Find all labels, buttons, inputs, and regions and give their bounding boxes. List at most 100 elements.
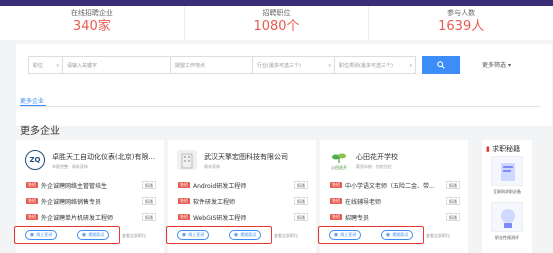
company-logo: 心田花开 — [329, 150, 349, 170]
book-icon: ▮ — [486, 145, 490, 153]
live-talk-button[interactable]: ◉ 线上宣讲 — [176, 230, 210, 240]
job-item[interactable]: 急招 Android研发工程师 报通 — [178, 180, 308, 190]
tab-divider — [20, 106, 540, 107]
position-type-select[interactable]: 职位 ▾ — [28, 56, 62, 74]
stat-participants: 参与人数 1639人 — [369, 6, 553, 40]
industry-select[interactable]: 行业(最多可选三个) ▾ — [252, 56, 334, 74]
urgent-tag: 急招 — [330, 182, 342, 188]
apply-badge[interactable]: 报通 — [294, 197, 308, 205]
building-icon — [181, 153, 193, 169]
chevron-down-icon: ▾ — [507, 62, 511, 69]
company-name[interactable]: 心田花开学校 — [356, 152, 398, 162]
sprout-icon — [332, 153, 346, 163]
company-meta: 年报完整 · 周末双休 — [52, 164, 88, 169]
jobtype-placeholder: 职位类别(最多可选三个) — [339, 62, 393, 69]
company-name[interactable]: 卓胜天工自动化仪表(北京)有限... — [52, 152, 155, 162]
live-icon: ◉ — [181, 232, 187, 238]
stat-value: 1080个 — [253, 19, 300, 34]
video-icon: ◉ — [385, 232, 391, 238]
city-select[interactable]: 期望工作地点 — [170, 56, 252, 74]
view-all-jobs-link[interactable]: 查看全部职位 — [274, 233, 298, 239]
video-interview-button[interactable]: ◉ 视频面试 — [76, 230, 110, 240]
video-interview-button[interactable]: ◉ 视频面试 — [380, 230, 414, 240]
job-item[interactable]: 急招 软件研发工程师 报通 — [178, 196, 308, 206]
live-talk-label: 线上宣讲 — [188, 232, 205, 237]
position-type-value: 职位 — [33, 62, 44, 69]
job-title: 外企诚聘网络销售专员 — [41, 198, 102, 206]
urgent-tag: 急招 — [26, 214, 38, 220]
company-name[interactable]: 武汉天擎宏图科技有限公司 — [204, 152, 288, 162]
apply-badge[interactable]: 报通 — [142, 197, 156, 205]
live-talk-label: 线上宣讲 — [36, 232, 53, 237]
apply-badge[interactable]: 报通 — [142, 181, 156, 189]
job-title: 在线辅导老师 — [345, 198, 382, 206]
apply-badge[interactable]: 报通 — [446, 197, 460, 205]
stat-positions: 招聘职位 1080个 — [185, 6, 370, 40]
search-icon — [437, 61, 445, 69]
apply-badge[interactable]: 报通 — [446, 213, 460, 221]
industry-placeholder: 行业(最多可选三个) — [257, 62, 301, 69]
section-title: 更多企业 — [20, 126, 60, 137]
live-talk-button[interactable]: ◉ 线上宣讲 — [24, 230, 58, 240]
view-all-jobs-link[interactable]: 查看全部职位 — [122, 233, 146, 239]
video-interview-label: 视频面试 — [392, 232, 409, 237]
job-item[interactable]: 急招 招聘专员 报通 — [330, 212, 460, 222]
search-panel: 职位 ▾ 请输入关键字 期望工作地点 行业(最多可选三个) ▾ 职位类别(最多可… — [16, 44, 552, 126]
job-item[interactable]: 急招 中小学语文老师（五险二金、带... 报通 — [330, 180, 460, 190]
city-placeholder: 期望工作地点 — [175, 62, 206, 69]
view-all-jobs-link[interactable]: 查看全部职位 — [426, 233, 450, 239]
more-filter-label: 更多筛选 — [482, 62, 507, 69]
urgent-tag: 急招 — [330, 214, 342, 220]
company-logo: ZQ — [25, 150, 45, 170]
guide-illustration-icon — [501, 163, 515, 181]
more-filter-toggle[interactable]: 更多筛选 ▾ — [482, 60, 511, 69]
job-title: 外企诚聘网络主管管培生 — [41, 182, 108, 190]
job-title: 招聘专员 — [345, 214, 370, 222]
sidebar-title: ▮ 求职秘籍 — [486, 144, 520, 154]
job-item[interactable]: 急招 外企诚聘网络主管管培生 报通 — [26, 180, 156, 190]
job-title: Android研发工程师 — [193, 182, 247, 190]
stat-value: 340家 — [72, 19, 111, 34]
chevron-down-icon: ▾ — [328, 63, 331, 69]
video-interview-button[interactable]: ◉ 视频面试 — [228, 230, 262, 240]
sidebar-item-internet-guide[interactable] — [491, 156, 523, 186]
apply-badge[interactable]: 报通 — [294, 181, 308, 189]
job-item[interactable]: 急招 外企诚聘网络销售专员 报通 — [26, 196, 156, 206]
job-item[interactable]: 急招 在线辅导老师 报通 — [330, 196, 460, 206]
stat-label: 招聘职位 — [262, 9, 291, 17]
company-meta: 薪资年结 · 包吃包住 — [356, 164, 392, 169]
urgent-tag: 急招 — [178, 182, 190, 188]
job-item[interactable]: 急招 WebGIS研发工程师 报通 — [178, 212, 308, 222]
live-talk-button[interactable]: ◉ 线上宣讲 — [328, 230, 362, 240]
urgent-tag: 急招 — [26, 198, 38, 204]
apply-badge[interactable]: 报通 — [446, 181, 460, 189]
sidebar-item-label: 职业性格测评 — [495, 235, 519, 240]
job-tips-sidebar: ▮ 求职秘籍 互联网求职必备 职业性格测评 — [482, 140, 532, 253]
stat-label: 参与人数 — [447, 9, 476, 17]
video-interview-label: 视频面试 — [88, 232, 105, 237]
jobtype-select[interactable]: 职位类别(最多可选三个) ▾ — [334, 56, 416, 74]
apply-badge[interactable]: 报通 — [142, 213, 156, 221]
company-card: 心田花开 心田花开学校 薪资年结 · 包吃包住 急招 中小学语文老师（五险二金、… — [318, 140, 468, 253]
keyword-input[interactable]: 请输入关键字 — [62, 56, 170, 74]
stat-companies: 在线招聘企业 340家 — [0, 6, 185, 40]
tab-more-companies[interactable]: 更多企业 — [20, 96, 44, 105]
job-title: 中小学语文老师（五险二金、带... — [345, 182, 435, 190]
action-buttons: ◉ 线上宣讲 ◉ 视频面试 — [14, 226, 120, 244]
job-item[interactable]: 急招 外企诚聘单片机研发工程师 报通 — [26, 212, 156, 222]
company-logo-text: 心田花开 — [331, 165, 347, 170]
video-icon: ◉ — [233, 232, 239, 238]
company-card: 武汉天擎宏图科技有限公司 周末双休 急招 Android研发工程师 报通 急招 … — [166, 140, 316, 253]
search-button[interactable] — [422, 56, 460, 74]
stat-value: 1639人 — [438, 19, 485, 34]
video-interview-label: 视频面试 — [240, 232, 257, 237]
stats-bar: 在线招聘企业 340家 招聘职位 1080个 参与人数 1639人 — [0, 6, 553, 40]
apply-badge[interactable]: 报通 — [294, 213, 308, 221]
test-illustration-icon — [501, 209, 515, 228]
sidebar-item-personality-test[interactable] — [491, 202, 523, 232]
sidebar-title-text: 求职秘籍 — [492, 145, 521, 153]
stat-label: 在线招聘企业 — [70, 9, 113, 17]
urgent-tag: 急招 — [178, 198, 190, 204]
live-icon: ◉ — [333, 232, 339, 238]
live-icon: ◉ — [29, 232, 35, 238]
